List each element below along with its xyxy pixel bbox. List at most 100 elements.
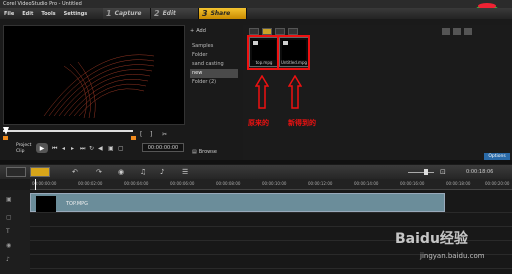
- timeline-timecode: 0:00:18:06: [466, 169, 494, 175]
- sound-mixer-icon[interactable]: ♫: [140, 168, 146, 176]
- title-bar: Corel VideoStudio Pro - Untitled: [0, 0, 512, 8]
- timeline-clip[interactable]: [30, 193, 445, 212]
- step-edit[interactable]: 2 Edit: [151, 8, 199, 19]
- folder-item-selected[interactable]: new: [190, 69, 238, 78]
- track-divider: [30, 212, 512, 213]
- enlarge-preview-icon[interactable]: ▢: [118, 145, 124, 152]
- step-capture[interactable]: 1 Capture: [103, 8, 151, 19]
- menu-settings[interactable]: Settings: [60, 11, 92, 17]
- arrow-up-icon: [288, 75, 302, 109]
- previous-frame-icon[interactable]: ◂: [62, 145, 65, 152]
- ruler-tick: 00:00:18:00: [446, 181, 471, 186]
- show-photos-icon[interactable]: [275, 28, 285, 35]
- track-headers: ▣ ▢ T ◉ ♪: [0, 190, 30, 274]
- track-manager-icon[interactable]: ☰: [182, 168, 188, 176]
- fit-project-icon[interactable]: ⊡: [440, 168, 446, 176]
- ruler-tick: 00:00:06:00: [170, 181, 195, 186]
- folder-item[interactable]: Folder (2): [190, 78, 238, 87]
- preview-window: [3, 25, 185, 125]
- browse-button[interactable]: ▤ Browse: [192, 149, 217, 155]
- video-track-icon[interactable]: ▣: [6, 196, 22, 204]
- thumbnail-view-icon[interactable]: [453, 28, 461, 35]
- step-number: 3: [202, 9, 208, 18]
- trim-end-marker[interactable]: [131, 136, 136, 140]
- menu-bar: File Edit Tools Settings: [0, 8, 512, 19]
- workflow-steps: 1 Capture 2 Edit 3 Share: [103, 8, 247, 19]
- step-label: Share: [210, 10, 231, 17]
- view-toolbar: [442, 28, 472, 35]
- plus-icon: +: [190, 28, 195, 34]
- arrow-up-icon: [255, 75, 269, 109]
- annotation-new: 新得到的: [288, 119, 316, 127]
- next-frame-icon[interactable]: ▸: [71, 145, 74, 152]
- clip-mode-label[interactable]: Clip: [16, 149, 31, 155]
- show-videos-icon[interactable]: [262, 28, 272, 35]
- options-button[interactable]: Options: [484, 153, 510, 160]
- add-folder-button[interactable]: + Add: [190, 28, 206, 34]
- sort-icon[interactable]: [464, 28, 472, 35]
- step-share[interactable]: 3 Share: [199, 8, 247, 19]
- mark-out-button[interactable]: ]: [150, 131, 152, 138]
- ruler-tick: 00:00:14:00: [354, 181, 379, 186]
- zoom-slider-handle[interactable]: [424, 169, 428, 175]
- timeline-view-button[interactable]: [30, 167, 50, 177]
- folder-item[interactable]: sand casting: [190, 60, 238, 69]
- preview-timecode[interactable]: 00:00:00:00: [142, 143, 184, 152]
- menu-file[interactable]: File: [0, 11, 18, 17]
- record-capture-icon[interactable]: ◉: [118, 168, 124, 176]
- highlight-box-new: [277, 35, 310, 70]
- mark-in-button[interactable]: [: [140, 131, 142, 138]
- ruler-tick: 00:00:02:00: [78, 181, 103, 186]
- import-folder-icon[interactable]: [249, 28, 259, 35]
- hd-preview-icon[interactable]: ▣: [108, 145, 114, 152]
- add-label: Add: [196, 28, 206, 34]
- home-icon[interactable]: ⏮: [52, 145, 57, 153]
- timeline-clip-label: TOP.MPG: [66, 201, 89, 207]
- watermark-brand: Baidu经验: [395, 231, 468, 247]
- ruler-tick: 00:00:16:00: [400, 181, 425, 186]
- step-number: 1: [106, 9, 112, 18]
- trim-start-marker[interactable]: [3, 136, 8, 140]
- timeline-toolbar: ↶ ↷ ◉ ♫ ♪ ☰ ⊡ 0:00:18:06: [0, 165, 512, 179]
- browse-icon: ▤: [192, 149, 197, 155]
- play-mode-labels: Project Clip: [16, 143, 31, 155]
- timeline-ruler[interactable]: 00:00:00:00 00:00:02:00 00:00:04:00 00:0…: [30, 179, 512, 190]
- play-button[interactable]: ▶: [36, 143, 48, 153]
- preview-frame: [43, 54, 155, 119]
- annotation-original: 原来的: [248, 119, 269, 127]
- ruler-tick: 00:00:12:00: [308, 181, 333, 186]
- ruler-tick: 00:00:20:00: [485, 181, 510, 186]
- library-toolbar: [249, 28, 298, 35]
- undo-icon[interactable]: ↶: [72, 168, 78, 176]
- redo-icon[interactable]: ↷: [96, 168, 102, 176]
- overlay-track-icon[interactable]: ▢: [6, 214, 22, 222]
- storyboard-view-button[interactable]: [6, 167, 26, 177]
- library-folder-panel: + Add Samples Folder sand casting new Fo…: [190, 28, 238, 158]
- title-track-icon[interactable]: T: [6, 228, 22, 236]
- preview-scrubber[interactable]: [3, 127, 137, 135]
- step-label: Capture: [114, 10, 142, 17]
- music-track-icon[interactable]: ♪: [6, 256, 22, 264]
- ruler-tick: 00:00:08:00: [216, 181, 241, 186]
- browse-label: Browse: [198, 149, 217, 155]
- volume-icon[interactable]: ◀: [98, 145, 103, 152]
- show-audio-icon[interactable]: [288, 28, 298, 35]
- voice-track-icon[interactable]: ◉: [6, 242, 22, 250]
- folder-item[interactable]: Samples: [190, 42, 238, 51]
- folder-list: Samples Folder sand casting new Folder (…: [190, 42, 238, 87]
- watermark-url: jingyan.baidu.com: [420, 252, 485, 260]
- window-title: Corel VideoStudio Pro - Untitled: [3, 1, 82, 7]
- end-icon[interactable]: ⏭: [80, 145, 85, 153]
- auto-music-icon[interactable]: ♪: [160, 168, 164, 176]
- folder-item[interactable]: Folder: [190, 51, 238, 60]
- split-clip-icon[interactable]: ✂: [162, 131, 167, 138]
- zoom-slider[interactable]: [408, 172, 434, 173]
- track-divider: [30, 268, 512, 269]
- list-view-icon[interactable]: [442, 28, 450, 35]
- repeat-icon[interactable]: ↻: [89, 145, 94, 152]
- ruler-tick: 00:00:10:00: [262, 181, 287, 186]
- ruler-tick: 00:00:04:00: [124, 181, 149, 186]
- step-label: Edit: [162, 10, 176, 17]
- menu-tools[interactable]: Tools: [37, 11, 59, 17]
- menu-edit[interactable]: Edit: [18, 11, 37, 17]
